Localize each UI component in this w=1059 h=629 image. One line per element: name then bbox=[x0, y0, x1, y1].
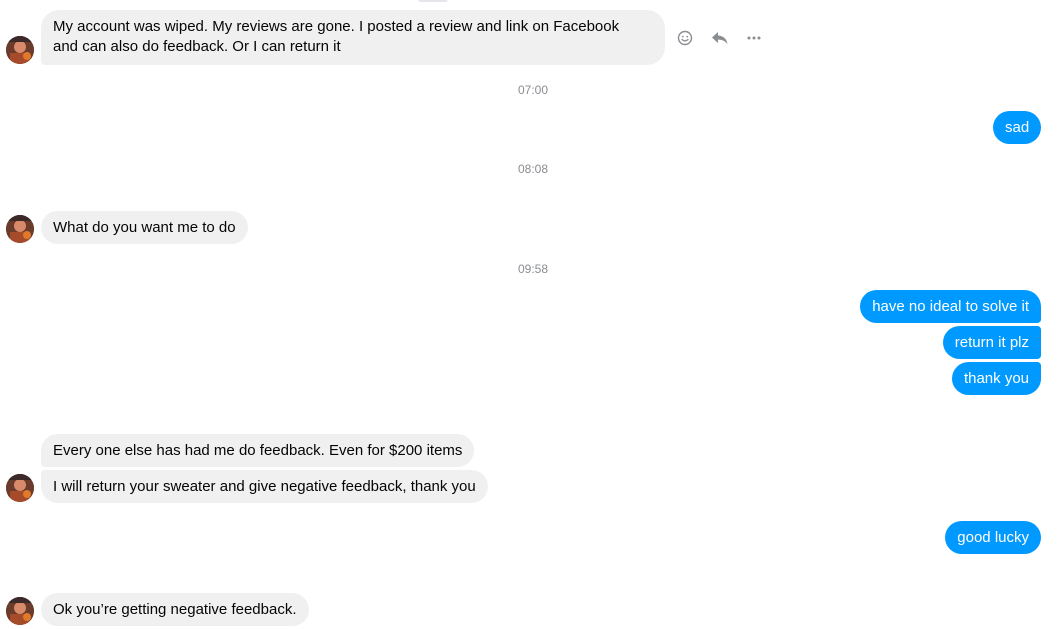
react-button[interactable] bbox=[673, 26, 697, 50]
incoming-message[interactable]: Every one else has had me do feedback. E… bbox=[41, 434, 475, 467]
contact-avatar[interactable] bbox=[6, 36, 34, 64]
reply-button[interactable] bbox=[708, 26, 732, 50]
message-text-line: and can also do feedback. Or I can retur… bbox=[53, 38, 341, 55]
outgoing-message[interactable]: have no ideal to solve it bbox=[860, 290, 1041, 323]
timestamp: 09:58 bbox=[517, 262, 549, 276]
timestamp: 07:00 bbox=[517, 83, 549, 97]
incoming-message[interactable]: Ok you’re getting negative feedback. bbox=[41, 593, 309, 626]
contact-avatar[interactable] bbox=[6, 597, 34, 625]
outgoing-message[interactable]: thank you bbox=[951, 362, 1041, 395]
timestamp: 08:08 bbox=[517, 162, 549, 176]
outgoing-message[interactable]: good lucky bbox=[945, 521, 1041, 554]
outgoing-message[interactable]: return it plz bbox=[942, 326, 1041, 359]
reply-icon bbox=[712, 32, 728, 44]
incoming-message[interactable]: My account was wiped. My reviews are gon… bbox=[41, 10, 665, 65]
incoming-message[interactable]: I will return your sweater and give nega… bbox=[41, 470, 488, 503]
incoming-message[interactable]: What do you want me to do bbox=[41, 211, 248, 244]
contact-avatar[interactable] bbox=[6, 215, 34, 243]
contact-avatar[interactable] bbox=[6, 474, 34, 502]
message-actions bbox=[673, 26, 769, 50]
more-button[interactable] bbox=[742, 26, 766, 50]
previous-message-edge bbox=[418, 0, 448, 2]
message-thread: My account was wiped. My reviews are gon… bbox=[0, 0, 1059, 629]
message-text-line: My account was wiped. My reviews are gon… bbox=[53, 18, 620, 35]
outgoing-message[interactable]: sad bbox=[993, 111, 1042, 144]
smiley-icon bbox=[677, 30, 693, 46]
more-icon bbox=[747, 36, 761, 40]
